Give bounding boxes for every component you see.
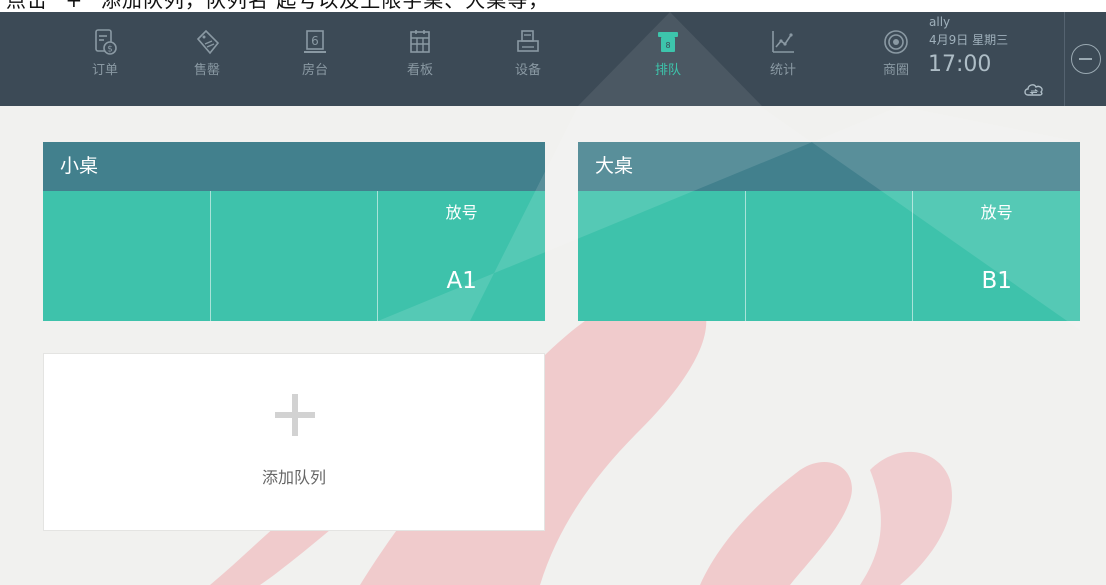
username: ally [929,15,951,29]
issue-number-label: 放号 [980,203,1013,222]
add-queue-label: 添加队列 [261,468,326,487]
nav-item-label: 排队 [654,63,681,78]
queue-cell [43,191,211,321]
svg-text:$: $ [107,45,113,55]
queue-body: 放号 A1 [43,191,545,321]
issue-number-button[interactable]: 放号 A1 [378,191,545,321]
nav-item-label: 订单 [91,63,118,78]
nav-item-devices[interactable]: 设备 [483,12,573,106]
nav-item-sold-out[interactable]: 售罄 [162,12,252,106]
queue-cell [211,191,379,321]
nav-item-board[interactable]: 看板 [375,12,465,106]
queue-number: B1 [981,268,1012,294]
current-time: 17:00 [928,52,992,77]
nav-item-label: 房台 [301,63,328,78]
nav-item-tables[interactable]: 6 房台 [270,12,360,106]
nav-item-orders[interactable]: $ 订单 [60,12,150,106]
queue-name: 小桌 [43,142,545,191]
current-date: 4月9日 星期三 [929,33,1009,47]
queue-cell [578,191,746,321]
board-grid-icon [410,30,430,53]
sold-out-tag-icon [196,29,220,55]
queue-card-large-table: 大桌 放号 B1 [578,142,1080,321]
status-panel: ally 4月9日 星期三 17:00 [922,12,1064,106]
order-dollar-icon: $ [95,29,117,55]
nav-item-label: 统计 [769,63,796,78]
stats-line-icon [772,31,794,53]
printer-device-icon [517,30,539,52]
issue-number-label: 放号 [445,203,478,222]
nav-item-label: 设备 [514,63,541,78]
nav-item-label: 商圈 [882,63,909,78]
nav-item-label: 售罄 [193,63,220,78]
nav-item-queue[interactable]: 8 排队 [623,12,713,106]
add-queue-button[interactable]: 添加队列 [43,353,545,531]
top-navigation-bar: $ 订单 售罄 6 房台 看板 设备 8 排队 统计 商圈 ally 4月9日 … [0,12,1106,106]
queue-body: 放号 B1 [578,191,1080,321]
queue-number: A1 [446,268,477,294]
instruction-caption-text: 点击 "+" 添加队列，队列名 起号以及上限字桌、大桌等， [6,0,550,12]
queue-cell [746,191,914,321]
queue-ticket-icon: 8 [658,32,678,52]
target-circle-icon [884,30,908,54]
queue-name: 大桌 [578,142,1080,191]
queue-card-small-table: 小桌 放号 A1 [43,142,545,321]
nav-item-label: 看板 [406,63,433,78]
issue-number-button[interactable]: 放号 B1 [913,191,1080,321]
plus-icon-bar [275,412,315,418]
power-circle-icon[interactable] [1071,44,1101,74]
cloud-sync-icon[interactable] [1022,80,1046,98]
svg-text:8: 8 [665,41,670,50]
instruction-caption: 点击 "+" 添加队列，队列名 起号以及上限字桌、大桌等， [0,0,1106,12]
table-number-icon: 6 [304,30,326,53]
svg-text:6: 6 [311,34,319,48]
nav-item-stats[interactable]: 统计 [738,12,828,106]
status-divider [1064,12,1065,106]
